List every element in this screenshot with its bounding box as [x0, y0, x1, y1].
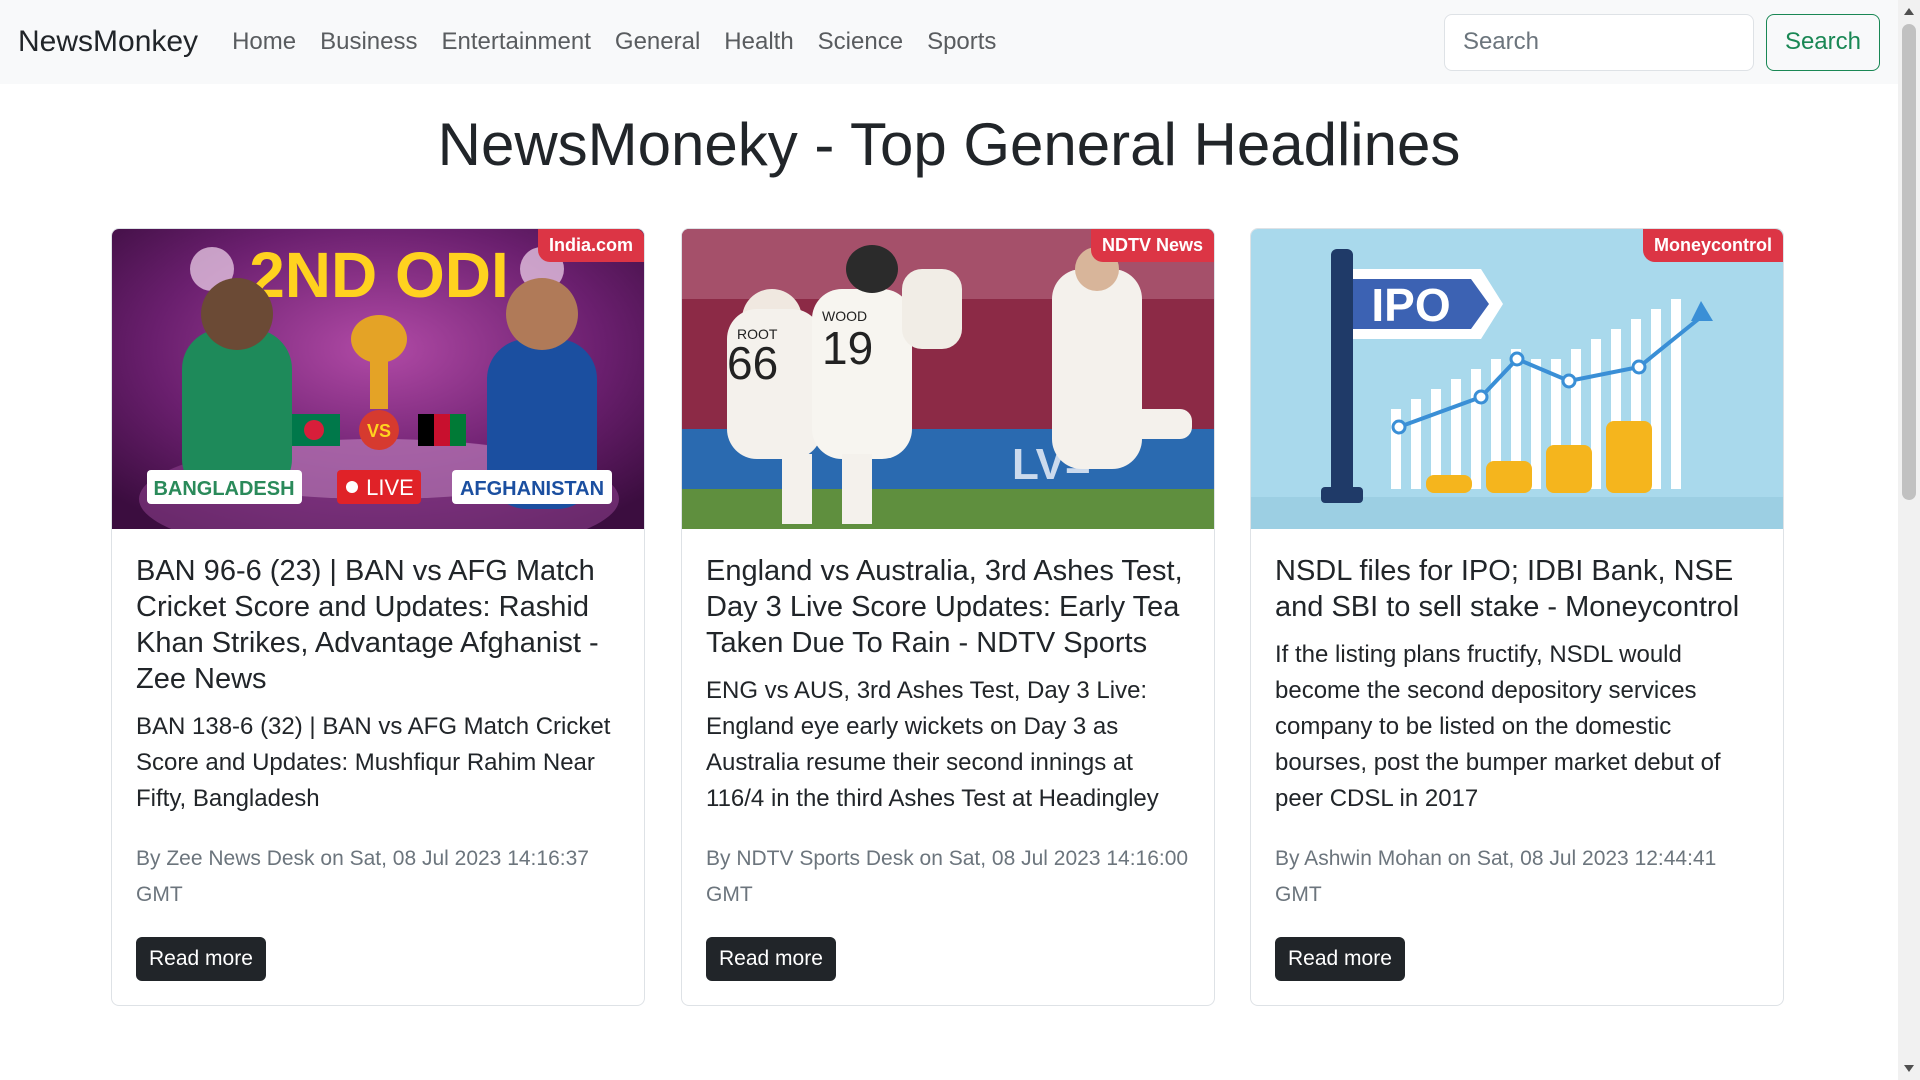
odi-headline: 2ND ODI: [249, 239, 509, 311]
card-byline: By Ashwin Mohan on Sat, 08 Jul 2023 12:4…: [1275, 847, 1717, 906]
card-body: NSDL files for IPO; IDBI Bank, NSE and S…: [1251, 529, 1783, 1005]
navbar: NewsMonkey Home Business Entertainment G…: [0, 0, 1898, 84]
browser-viewport: NewsMonkey Home Business Entertainment G…: [0, 0, 1920, 1080]
read-more-button[interactable]: Read more: [706, 937, 836, 981]
svg-text:BANGLADESH: BANGLADESH: [153, 478, 294, 500]
source-badge: India.com: [537, 229, 644, 262]
news-image-svg: LV= ROOT 66 WOOD 19: [682, 229, 1214, 529]
svg-text:LIVE: LIVE: [366, 475, 414, 500]
news-card: 2ND ODI VS BANGLADESH LIVE AFGHANISTAN I…: [111, 228, 645, 1006]
card-body: England vs Australia, 3rd Ashes Test, Da…: [682, 529, 1214, 1005]
svg-text:19: 19: [822, 322, 873, 374]
nav-link-health[interactable]: Health: [712, 28, 805, 56]
card-body: BAN 96-6 (23) | BAN vs AFG Match Cricket…: [112, 529, 644, 1005]
svg-text:VS: VS: [367, 421, 391, 441]
source-badge: Moneycontrol: [1642, 229, 1783, 262]
read-more-button[interactable]: Read more: [136, 937, 266, 981]
scroll-down-arrow-icon[interactable]: [1904, 1065, 1914, 1072]
nav-link-science[interactable]: Science: [806, 28, 915, 56]
source-badge: NDTV News: [1090, 229, 1214, 262]
news-card: LV= ROOT 66 WOOD 19 NDTV News England vs: [681, 228, 1215, 1006]
card-description: BAN 138-6 (32) | BAN vs AFG Match Cricke…: [136, 713, 611, 812]
card-description: If the listing plans fructify, NSDL woul…: [1275, 641, 1721, 812]
read-more-button[interactable]: Read more: [1275, 937, 1405, 981]
page-title: NewsMoneky - Top General Headlines: [437, 111, 1461, 178]
scroll-thumb[interactable]: [1902, 24, 1916, 500]
search-button[interactable]: Search: [1765, 13, 1880, 71]
search-form: Search: [1443, 13, 1880, 71]
news-image-svg: IPO: [1251, 229, 1783, 529]
card-byline: By NDTV Sports Desk on Sat, 08 Jul 2023 …: [706, 847, 1189, 906]
nav-link-general[interactable]: General: [603, 28, 712, 56]
search-input[interactable]: [1443, 13, 1754, 71]
scroll-up-arrow-icon[interactable]: [1904, 8, 1914, 15]
card-description: ENG vs AUS, 3rd Ashes Test, Day 3 Live: …: [706, 677, 1159, 812]
news-image-cricket-bangladesh-afghanistan[interactable]: 2ND ODI VS BANGLADESH LIVE AFGHANISTAN I…: [112, 229, 644, 529]
news-card: IPO Moneycontrol NSDL files for IPO; IDB…: [1250, 228, 1784, 1006]
nav-link-entertainment[interactable]: Entertainment: [429, 28, 602, 56]
nav-link-business[interactable]: Business: [308, 28, 429, 56]
brand-logo[interactable]: NewsMonkey: [18, 25, 198, 59]
vertical-scrollbar[interactable]: [1898, 0, 1920, 1080]
card-title: BAN 96-6 (23) | BAN vs AFG Match Cricket…: [136, 555, 599, 695]
card-title: England vs Australia, 3rd Ashes Test, Da…: [706, 555, 1183, 659]
nav-link-sports[interactable]: Sports: [915, 28, 1008, 56]
news-image-cricket-england-celebration[interactable]: LV= ROOT 66 WOOD 19 NDTV News: [682, 229, 1214, 529]
card-byline: By Zee News Desk on Sat, 08 Jul 2023 14:…: [136, 847, 589, 906]
nav-link-home[interactable]: Home: [220, 28, 308, 56]
news-image-ipo-chart[interactable]: IPO Moneycontrol: [1251, 229, 1783, 529]
card-title: NSDL files for IPO; IDBI Bank, NSE and S…: [1275, 555, 1740, 623]
svg-text:66: 66: [727, 337, 778, 389]
svg-text:IPO: IPO: [1371, 279, 1450, 331]
nav-links: Home Business Entertainment General Heal…: [220, 28, 1008, 56]
svg-text:AFGHANISTAN: AFGHANISTAN: [460, 478, 604, 500]
news-image-svg: 2ND ODI VS BANGLADESH LIVE AFGHANISTAN: [112, 229, 644, 529]
